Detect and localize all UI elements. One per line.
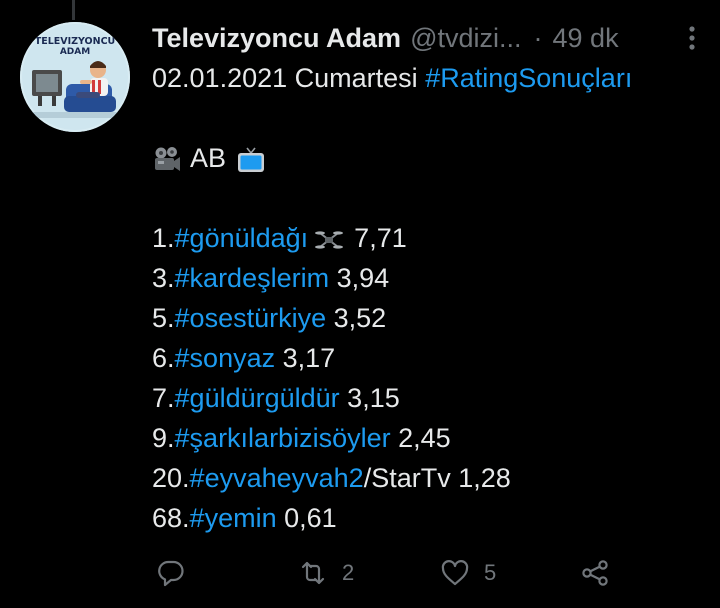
- thread-line: [72, 0, 75, 20]
- television-icon: [236, 145, 266, 175]
- channel-suffix: /StarTv: [363, 463, 451, 493]
- retweet-button[interactable]: 2: [298, 548, 354, 598]
- reply-button[interactable]: [156, 548, 186, 598]
- ranking-row: 1.#gönüldağı 7,71: [152, 218, 712, 258]
- like-count: 5: [484, 560, 497, 585]
- retweet-count: 2: [342, 560, 355, 585]
- avatar[interactable]: TELEVIZYONCU ADAM: [20, 22, 130, 132]
- show-hashtag[interactable]: #sonyaz: [175, 343, 276, 373]
- ranking-row: 6.#sonyaz 3,17: [152, 338, 712, 378]
- date-line: 02.01.2021 Cumartesi #RatingSonuçları: [152, 58, 712, 98]
- show-hashtag[interactable]: #güldürgüldür: [175, 383, 340, 413]
- drone-icon: [314, 225, 344, 255]
- ranking-row: 68.#yemin 0,61: [152, 498, 712, 538]
- date-text: 02.01.2021 Cumartesi: [152, 63, 418, 93]
- rank-number: 3.: [152, 263, 175, 293]
- category-line: AB: [152, 138, 712, 178]
- movie-camera-icon: [152, 145, 182, 175]
- share-icon: [580, 558, 610, 588]
- user-handle[interactable]: @tvdizi...: [410, 23, 521, 54]
- show-hashtag[interactable]: #şarkılarbizisöyler: [175, 423, 391, 453]
- rank-number: 6.: [152, 343, 175, 373]
- rank-number: 68.: [152, 503, 190, 533]
- heart-icon: [440, 558, 470, 588]
- avatar-title-line1: TELEVIZYONCU: [35, 36, 116, 47]
- show-hashtag[interactable]: #osestürkiye: [175, 303, 327, 333]
- ranking-row: 5.#osestürkiye 3,52: [152, 298, 712, 338]
- display-name[interactable]: Televizyoncu Adam: [152, 23, 401, 54]
- rating-hashtag[interactable]: #RatingSonuçları: [425, 63, 632, 93]
- rating-value: 3,52: [333, 303, 387, 333]
- ranking-row: 7.#güldürgüldür 3,15: [152, 378, 712, 418]
- ranking-row: 20.#eyvaheyvah2/StarTv 1,28: [152, 458, 712, 498]
- like-button[interactable]: 5: [440, 548, 496, 598]
- rating-value: 2,45: [398, 423, 451, 453]
- rank-number: 1.: [152, 223, 175, 253]
- show-hashtag[interactable]: #gönüldağı: [175, 223, 309, 253]
- more-vertical-icon[interactable]: [682, 22, 702, 54]
- rating-value: 1,28: [458, 463, 511, 493]
- rating-value: 3,94: [336, 263, 390, 293]
- show-hashtag[interactable]: #kardeşlerim: [175, 263, 330, 293]
- timestamp[interactable]: 49 dk: [553, 23, 619, 54]
- retweet-icon: [298, 558, 328, 588]
- ranking-row: 3.#kardeşlerim 3,94: [152, 258, 712, 298]
- rank-number: 5.: [152, 303, 175, 333]
- rating-value: 3,15: [347, 383, 400, 413]
- show-hashtag[interactable]: #yemin: [190, 503, 277, 533]
- rating-value: 0,61: [284, 503, 337, 533]
- rating-value: 7,71: [354, 223, 407, 253]
- rating-value: 3,17: [282, 343, 336, 373]
- show-hashtag[interactable]: #eyvaheyvah2: [190, 463, 364, 493]
- ranking-row: 9.#şarkılarbizisöyler 2,45: [152, 418, 712, 458]
- rank-number: 9.: [152, 423, 175, 453]
- tweet-header: Televizyoncu Adam @tvdizi... · 49 dk: [152, 18, 702, 58]
- share-button[interactable]: [580, 548, 610, 598]
- avatar-title-line2: ADAM: [60, 47, 90, 57]
- rank-number: 7.: [152, 383, 175, 413]
- tweet-text: 02.01.2021 Cumartesi #RatingSonuçları AB: [152, 58, 712, 538]
- reply-icon: [156, 558, 186, 588]
- category-text: AB: [190, 143, 227, 173]
- tweet-actions: 2 5: [152, 548, 622, 598]
- rank-number: 20.: [152, 463, 190, 493]
- separator-dot: ·: [533, 22, 543, 53]
